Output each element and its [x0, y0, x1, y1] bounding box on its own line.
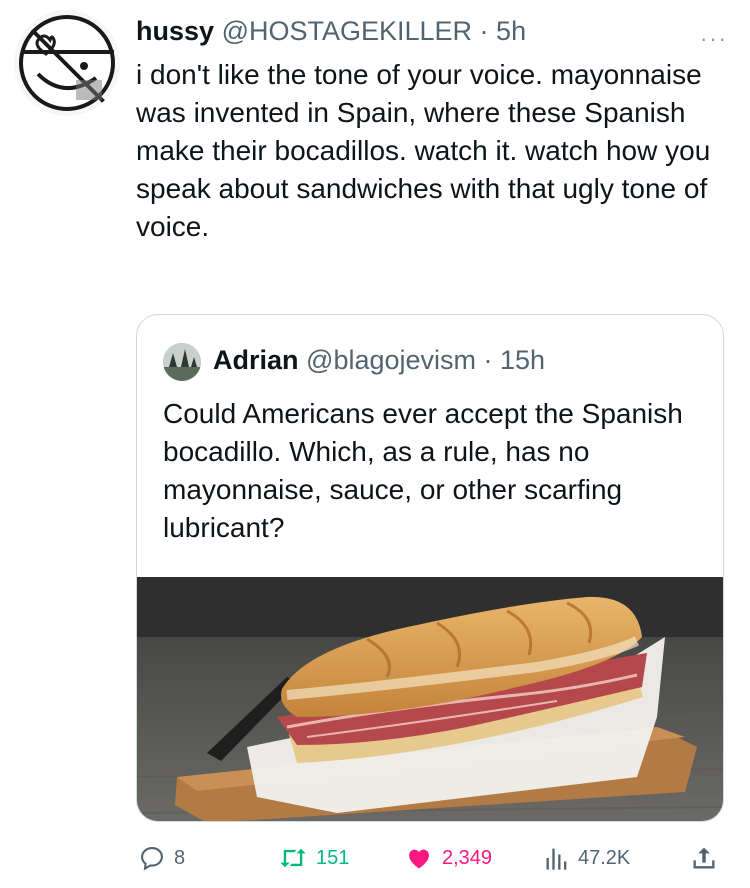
like-count: 2,349	[442, 846, 493, 869]
tweet-time[interactable]: 5h	[496, 16, 526, 46]
heart-icon	[409, 849, 429, 869]
views-count: 47.2K	[578, 846, 631, 869]
more-options-icon[interactable]: ···	[700, 26, 728, 52]
tweet-text: i don't like the tone of your voice. may…	[136, 59, 711, 242]
share-icon	[693, 847, 715, 869]
author-handle[interactable]: @HOSTAGEKILLER	[222, 16, 472, 46]
like-button[interactable]: 2,349	[404, 844, 492, 872]
quote-time[interactable]: 15h	[500, 345, 545, 375]
quote-text: Could Americans ever accept the Spanish …	[163, 398, 683, 543]
reply-button[interactable]: 8	[138, 844, 185, 872]
reply-icon	[141, 847, 163, 871]
retweet-icon	[280, 848, 306, 868]
analytics-icon	[546, 848, 567, 870]
quote-header: Adrian @blagojevism · 15h	[213, 345, 545, 376]
quote-time-separator: ·	[476, 345, 501, 375]
time-separator: ·	[472, 16, 497, 46]
sandwich-photo-icon	[137, 577, 723, 821]
share-button[interactable]	[690, 844, 718, 872]
avatar[interactable]	[14, 10, 120, 116]
reply-count: 8	[174, 846, 186, 869]
quote-author-handle[interactable]: @blagojevism	[306, 345, 476, 375]
sandwich-photo[interactable]	[137, 577, 723, 821]
views-button[interactable]: 47.2K	[544, 844, 630, 872]
quoted-tweet[interactable]: Adrian @blagojevism · 15h Could American…	[136, 314, 724, 822]
author-name[interactable]: hussy	[136, 16, 214, 46]
avatar-smiley-icon	[19, 15, 115, 111]
quote-author-name[interactable]: Adrian	[213, 345, 299, 375]
action-bar: 8 151 2,349 47.2K	[0, 840, 750, 880]
retweet-button[interactable]: 151	[278, 844, 349, 872]
retweet-count: 151	[316, 846, 350, 869]
quote-avatar[interactable]	[163, 343, 201, 381]
quote-avatar-image-icon	[163, 343, 201, 381]
tweet-header: hussy @HOSTAGEKILLER · 5h	[136, 16, 526, 47]
